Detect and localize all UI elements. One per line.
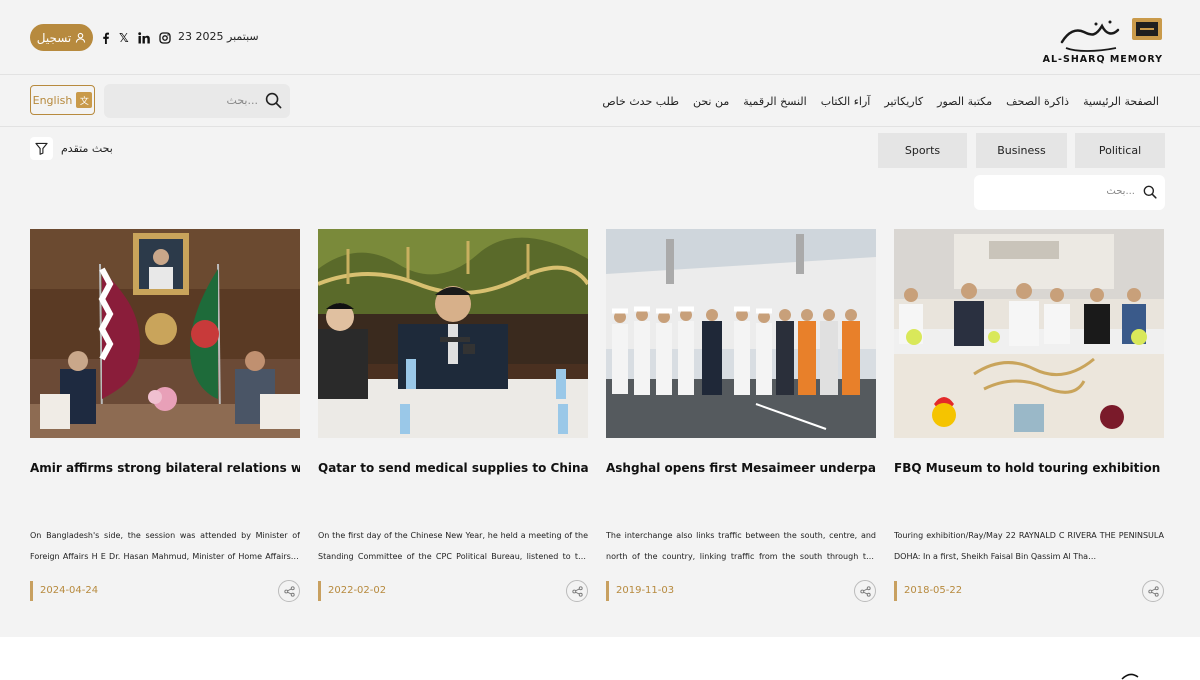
article-date: 2018-05-22 xyxy=(894,581,962,601)
article-excerpt: Touring exhibition/Ray/May 22 RAYNALD C … xyxy=(894,531,1164,561)
instagram-icon[interactable] xyxy=(159,32,171,44)
search-icon[interactable] xyxy=(1143,185,1157,199)
article-title[interactable]: Amir affirms strong bilateral relations … xyxy=(30,461,300,475)
nav-item-digital-copies[interactable]: النسخ الرقمية xyxy=(743,95,806,108)
article-image-underpass-opening[interactable] xyxy=(606,229,876,438)
article-image-press-conference[interactable] xyxy=(318,229,588,438)
facebook-icon[interactable] xyxy=(102,32,110,44)
share-icon xyxy=(283,585,295,597)
linkedin-icon[interactable] xyxy=(137,32,150,44)
share-icon xyxy=(1147,585,1159,597)
article-card[interactable]: Amir affirms strong bilateral relations … xyxy=(30,229,300,609)
article-image-exhibition-launch[interactable] xyxy=(894,229,1164,438)
share-button[interactable] xyxy=(1142,580,1164,602)
nav-item-request-event[interactable]: طلب حدث خاص xyxy=(602,95,679,108)
nav-item-home[interactable]: الصفحة الرئيسية xyxy=(1083,95,1159,108)
nav-item-photo-library[interactable]: مكتبة الصور xyxy=(937,95,992,108)
article-image-state-visit[interactable] xyxy=(30,229,300,438)
search-icon[interactable] xyxy=(265,92,282,109)
share-icon xyxy=(571,585,583,597)
advanced-search-label: بحث متقدم xyxy=(61,142,113,155)
share-icon xyxy=(859,585,871,597)
article-title[interactable]: Qatar to send medical supplies to China:… xyxy=(318,461,588,475)
category-search-field[interactable]: بحث... xyxy=(974,175,1165,210)
article-date: 2022-02-02 xyxy=(318,581,386,601)
article-excerpt: The interchange also links traffic betwe… xyxy=(606,531,876,561)
category-search-placeholder: بحث... xyxy=(1106,186,1135,197)
nav-item-about-us[interactable]: من نحن xyxy=(693,95,729,108)
logo-text: AL-SHARQ MEMORY xyxy=(1042,54,1163,65)
article-title[interactable]: FBQ Museum to hold touring exhibition ac… xyxy=(894,461,1164,475)
category-tab-business[interactable]: Business xyxy=(976,133,1067,168)
language-label: English xyxy=(32,93,73,107)
header-search-placeholder: بحث... xyxy=(226,94,258,107)
article-date: 2019-11-03 xyxy=(606,581,674,601)
share-button[interactable] xyxy=(566,580,588,602)
footer-area xyxy=(0,637,1200,680)
language-toggle-button[interactable]: English 文 xyxy=(30,85,95,115)
footer-logo-fragment xyxy=(1121,673,1139,680)
translate-icon: 文 xyxy=(76,92,93,108)
share-button[interactable] xyxy=(278,580,300,602)
filter-icon xyxy=(30,137,53,160)
category-tab-political[interactable]: Political xyxy=(1075,133,1165,168)
article-card[interactable]: FBQ Museum to hold touring exhibition ac… xyxy=(894,229,1164,609)
article-card[interactable]: Qatar to send medical supplies to China:… xyxy=(318,229,588,609)
login-label: تسجيل xyxy=(36,30,72,45)
main-navigation-bar: English 文 بحث... الصفحة الرئيسية ذاكرة ا… xyxy=(0,75,1200,127)
article-excerpt: On the first day of the Chinese New Year… xyxy=(318,531,588,561)
top-bar: تسجيل 𝕏 23 سبتمبر 2025 AL-SHARQ MEMORY xyxy=(0,0,1200,75)
article-card[interactable]: Ashghal opens first Mesaimeer underpass … xyxy=(606,229,876,609)
nav-item-opinions[interactable]: آراء الكتاب xyxy=(821,95,871,108)
social-links: 𝕏 xyxy=(102,30,171,46)
share-button[interactable] xyxy=(854,580,876,602)
header-search-field[interactable]: بحث... xyxy=(104,84,290,118)
nav-item-caricature[interactable]: كاريكاتير xyxy=(884,95,923,108)
article-excerpt: On Bangladesh's side, the session was at… xyxy=(30,531,300,561)
main-nav: الصفحة الرئيسية ذاكرة الصحف مكتبة الصور … xyxy=(602,95,1159,108)
user-icon xyxy=(76,32,86,43)
advanced-search-toggle[interactable]: بحث متقدم xyxy=(30,137,113,160)
nav-item-newspapers[interactable]: ذاكرة الصحف xyxy=(1006,95,1069,108)
article-title[interactable]: Ashghal opens first Mesaimeer underpass xyxy=(606,461,876,475)
x-icon[interactable]: 𝕏 xyxy=(119,31,129,45)
category-tab-sports[interactable]: Sports xyxy=(878,133,967,168)
filters-section: بحث متقدم Political Business Sports بحث.… xyxy=(0,127,1200,227)
current-date: 23 سبتمبر 2025 xyxy=(178,30,259,43)
login-button[interactable]: تسجيل xyxy=(30,24,93,51)
article-date: 2024-04-24 xyxy=(30,581,98,601)
